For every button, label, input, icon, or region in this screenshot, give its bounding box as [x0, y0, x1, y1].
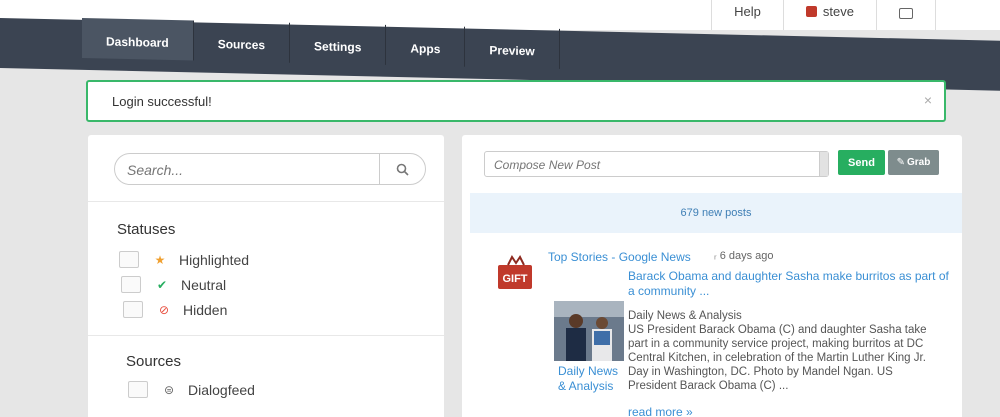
post-timestamp: ᵣ 6 days ago: [714, 250, 774, 262]
post-thumbnail[interactable]: [554, 301, 624, 361]
wifi-icon: [899, 8, 913, 19]
tab-dashboard[interactable]: Dashboard: [82, 18, 194, 61]
tab-preview[interactable]: Preview: [465, 26, 560, 69]
divider: [88, 335, 444, 336]
post-time: 6 days ago: [719, 250, 774, 262]
new-posts-banner[interactable]: 679 new posts: [470, 193, 962, 233]
search-input[interactable]: [127, 162, 377, 178]
close-icon[interactable]: ×: [924, 92, 932, 108]
help-link[interactable]: Help: [711, 0, 783, 30]
source-logo: GIFT: [494, 255, 536, 291]
svg-text:GIFT: GIFT: [502, 273, 527, 285]
feed-panel: Send ✎ Grab 679 new posts GIFT Top Stori…: [462, 135, 962, 417]
compose-scrollbar[interactable]: [819, 152, 828, 176]
status-option-neutral[interactable]: ✔ Neutral: [121, 276, 226, 293]
statuses-heading: Statuses: [117, 221, 176, 238]
grab-label: Grab: [907, 157, 931, 168]
status-label: Neutral: [181, 276, 227, 293]
send-button[interactable]: Send: [838, 150, 885, 175]
divider: [88, 201, 444, 202]
user-icon: [805, 6, 817, 17]
checkbox[interactable]: [123, 301, 143, 318]
search-icon: [396, 163, 409, 176]
grab-button[interactable]: ✎ Grab: [888, 150, 939, 175]
post-body-text: US President Barack Obama (C) and daught…: [628, 324, 927, 392]
post-source-link[interactable]: Top Stories - Google News: [548, 250, 691, 264]
search-button[interactable]: [379, 154, 425, 184]
gift-icon: GIFT: [498, 255, 532, 289]
alert-message: Login successful!: [112, 94, 212, 109]
status-label: Highlighted: [179, 251, 250, 268]
check-icon: ✔: [156, 277, 168, 292]
post-body: Daily News & Analysis US President Barac…: [628, 309, 928, 393]
post-body-source: Daily News & Analysis: [628, 310, 742, 322]
post-title-link[interactable]: Barack Obama and daughter Sasha make bur…: [628, 269, 958, 299]
status-option-hidden[interactable]: ⊘ Hidden: [123, 301, 227, 318]
user-menu: Help steve: [711, 0, 936, 30]
tab-apps[interactable]: Apps: [386, 24, 466, 67]
username-label: steve: [822, 4, 854, 19]
success-alert: Login successful! ×: [86, 80, 946, 122]
status-option-highlighted[interactable]: ★ Highlighted: [119, 251, 249, 268]
filter-panel: Statuses ★ Highlighted ✔ Neutral ⊘ Hidde…: [88, 135, 444, 417]
read-more-link[interactable]: read more »: [628, 405, 693, 417]
logo[interactable]: [85, 0, 245, 4]
compose-box: [484, 151, 829, 177]
compose-input[interactable]: [494, 158, 814, 172]
checkbox[interactable]: [119, 251, 139, 268]
feed-status-button[interactable]: [876, 0, 936, 30]
rss-icon: ᵣ: [714, 250, 717, 262]
post-thumbnail-source[interactable]: Daily News & Analysis: [558, 364, 624, 394]
sources-heading: Sources: [126, 353, 182, 370]
tab-settings[interactable]: Settings: [290, 22, 387, 65]
ban-icon: ⊘: [158, 302, 170, 317]
checkbox[interactable]: [128, 381, 148, 398]
search-box: [114, 153, 426, 185]
pin-icon: ✎: [896, 157, 906, 168]
star-icon: ★: [154, 252, 166, 267]
source-label: Dialogfeed: [188, 381, 255, 398]
help-label: Help: [734, 4, 761, 19]
tab-sources[interactable]: Sources: [193, 20, 291, 63]
source-option-dialogfeed[interactable]: ⊜ Dialogfeed: [128, 381, 255, 398]
status-label: Hidden: [183, 301, 228, 318]
checkbox[interactable]: [121, 276, 141, 293]
wifi-icon: ⊜: [163, 382, 175, 397]
user-account-link[interactable]: steve: [782, 0, 876, 30]
photo-image: [554, 301, 624, 361]
